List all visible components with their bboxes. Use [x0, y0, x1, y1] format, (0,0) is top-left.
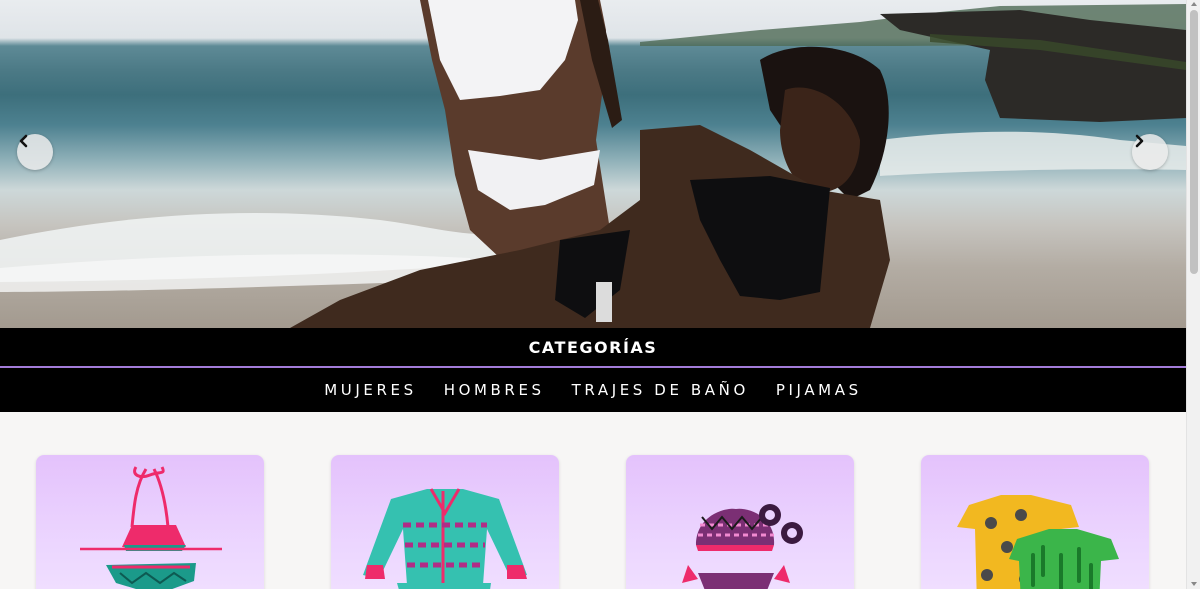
product-card-3[interactable] — [626, 455, 854, 589]
printed-kids-shirts-image — [957, 495, 1119, 589]
product-card-2[interactable] — [331, 455, 559, 589]
scroll-up-icon[interactable] — [1191, 2, 1197, 6]
category-link-pijamas[interactable]: PIJAMAS — [775, 381, 863, 399]
beach-swimwear-photo — [0, 0, 1186, 328]
tribal-bikini-scrunchies-image — [682, 504, 803, 589]
categories-nav: MUJERES HOMBRES TRAJES DE BAÑO PIJAMAS — [0, 368, 1186, 412]
bikini-pink-teal-image — [80, 466, 222, 589]
chevron-left-icon — [19, 134, 28, 148]
categories-title: CATEGORÍAS — [528, 337, 658, 357]
chevron-right-icon — [1135, 134, 1144, 148]
vertical-scrollbar[interactable] — [1186, 0, 1200, 589]
scroll-down-icon[interactable] — [1191, 582, 1197, 586]
page: CATEGORÍAS MUJERES HOMBRES TRAJES DE BAÑ… — [0, 0, 1200, 589]
hero-carousel — [0, 0, 1186, 328]
product-card-4[interactable] — [921, 455, 1149, 589]
long-sleeve-swimsuit-image — [363, 488, 527, 589]
product-card-1[interactable] — [36, 455, 264, 589]
category-link-hombres[interactable]: HOMBRES — [443, 381, 546, 399]
carousel-prev-button[interactable] — [17, 134, 53, 170]
categories-heading-bar: CATEGORÍAS — [0, 328, 1186, 366]
category-link-trajes-de-bano[interactable]: TRAJES DE BAÑO — [571, 381, 750, 399]
carousel-next-button[interactable] — [1132, 134, 1168, 170]
category-link-mujeres[interactable]: MUJERES — [323, 381, 417, 399]
scrollbar-thumb[interactable] — [1190, 10, 1198, 274]
